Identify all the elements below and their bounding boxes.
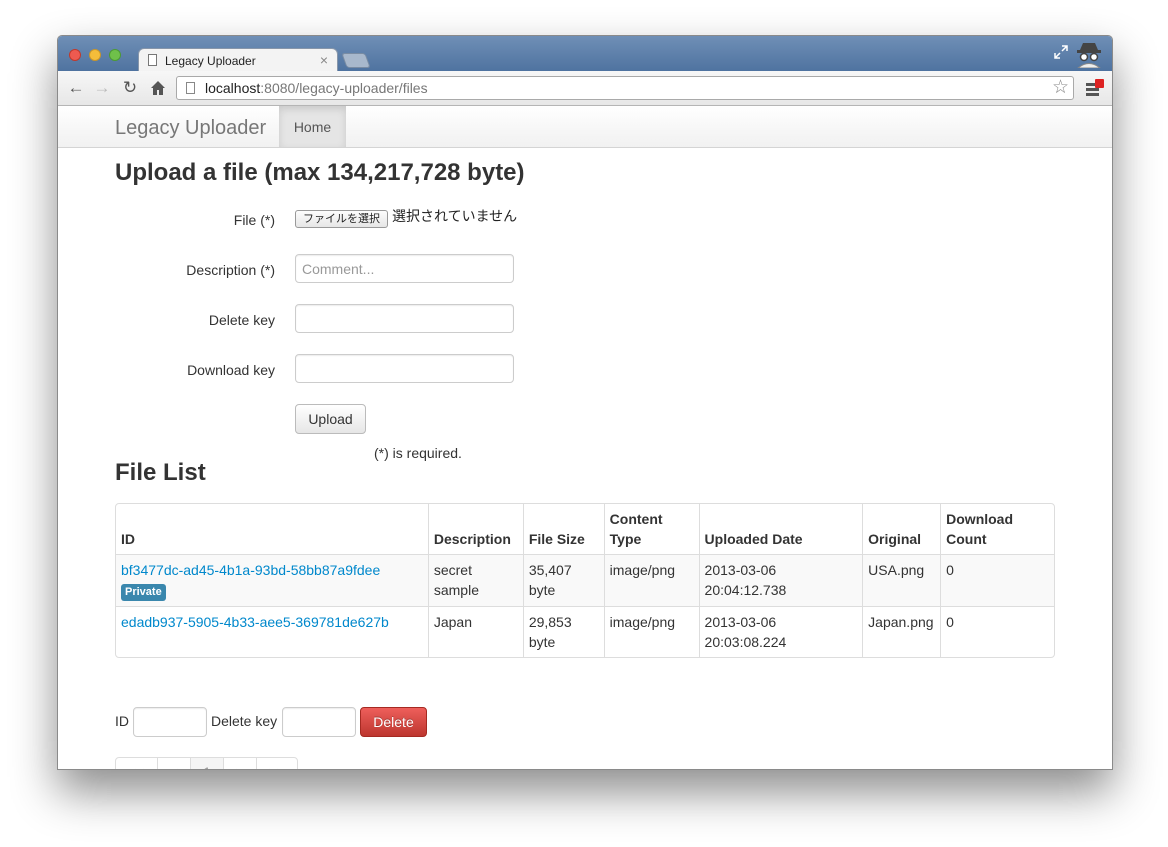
pagination: << < 1 > >> <box>115 757 298 769</box>
home-icon[interactable] <box>148 78 168 98</box>
description-cell: secret sample <box>427 554 523 606</box>
content-type-cell: image/png <box>603 606 699 657</box>
column-header: Content Type <box>603 504 699 554</box>
page-icon <box>148 54 157 66</box>
column-header: File Size <box>522 504 604 554</box>
page-content: Legacy Uploader Home Upload a file (max … <box>58 106 1112 769</box>
pager-first[interactable]: << <box>116 758 157 769</box>
new-tab-button[interactable] <box>341 53 371 68</box>
file-id-link[interactable]: bf3477dc-ad45-4b1a-93bd-58bb87a9fdee <box>121 562 380 578</box>
browser-toolbar: ← → ↻ localhost:8080/legacy-uploader/fil… <box>58 71 1112 106</box>
update-badge <box>1095 79 1104 88</box>
private-badge: Private <box>121 584 166 601</box>
column-header: Original <box>862 504 940 554</box>
url-text: localhost:8080/legacy-uploader/files <box>205 80 428 96</box>
browser-tab[interactable]: Legacy Uploader × <box>138 48 338 72</box>
title-bar: Legacy Uploader × <box>58 36 1112 72</box>
description-label: Description (*) <box>186 262 275 278</box>
back-icon[interactable]: ← <box>66 78 86 98</box>
reload-icon[interactable]: ↻ <box>120 78 140 98</box>
pager-prev[interactable]: < <box>157 758 190 769</box>
delete-key-input[interactable] <box>295 304 514 333</box>
delete-form-key-label: Delete key <box>211 713 278 729</box>
content-type-cell: image/png <box>603 554 699 606</box>
pager-next[interactable]: > <box>223 758 256 769</box>
table-header-row: ID Description File Size Content Type Up… <box>116 504 1054 554</box>
uploaded-date-cell: 2013-03-06 20:04:12.738 <box>698 554 863 606</box>
delete-form-key-input[interactable] <box>282 707 356 737</box>
file-list-title: File List <box>115 459 206 486</box>
id-cell: edadb937-5905-4b33-aee5-369781de627b <box>116 606 428 657</box>
description-input[interactable] <box>295 254 514 283</box>
brand-link[interactable]: Legacy Uploader <box>115 117 266 140</box>
id-cell: bf3477dc-ad45-4b1a-93bd-58bb87a9fdee Pri… <box>116 554 428 606</box>
browser-menu-icon[interactable] <box>1086 79 1104 97</box>
uploaded-date-cell: 2013-03-06 20:03:08.224 <box>698 606 863 657</box>
nav-home[interactable]: Home <box>279 106 346 147</box>
tab-close-icon[interactable]: × <box>320 52 328 68</box>
delete-key-label: Delete key <box>208 312 275 328</box>
tab-title: Legacy Uploader <box>165 54 256 68</box>
file-id-link[interactable]: edadb937-5905-4b33-aee5-369781de627b <box>121 614 389 630</box>
delete-button[interactable]: Delete <box>360 707 427 737</box>
column-header: Description <box>427 504 523 554</box>
column-header: Uploaded Date <box>698 504 863 554</box>
column-header: Download Count <box>940 504 1054 554</box>
table-row: edadb937-5905-4b33-aee5-369781de627b Jap… <box>116 606 1054 657</box>
upload-button[interactable]: Upload <box>295 404 366 434</box>
browser-window: Legacy Uploader × ← → ↻ localhost:8080/l… <box>57 35 1113 770</box>
address-bar[interactable]: localhost:8080/legacy-uploader/files ☆ <box>176 76 1074 100</box>
zoom-window-button[interactable] <box>109 49 121 61</box>
download-key-label: Download key <box>187 362 275 378</box>
original-cell: Japan.png <box>862 606 941 657</box>
minimize-window-button[interactable] <box>89 49 101 61</box>
file-table: ID Description File Size Content Type Up… <box>115 503 1055 658</box>
download-count-cell: 0 <box>940 606 1054 657</box>
incognito-icon <box>1074 40 1104 69</box>
upload-title: Upload a file (max 134,217,728 byte) <box>115 159 525 186</box>
bookmark-star-icon[interactable]: ☆ <box>1052 77 1069 99</box>
download-count-cell: 0 <box>940 554 1054 606</box>
table-row: bf3477dc-ad45-4b1a-93bd-58bb87a9fdee Pri… <box>116 554 1054 606</box>
close-window-button[interactable] <box>69 49 81 61</box>
pager-last[interactable]: >> <box>256 758 297 769</box>
original-cell: USA.png <box>862 554 941 606</box>
pager-current[interactable]: 1 <box>190 758 223 769</box>
file-label: File (*) <box>233 212 275 228</box>
required-note: (*) is required. <box>374 445 462 461</box>
download-key-input[interactable] <box>295 354 514 383</box>
delete-id-input[interactable] <box>133 707 207 737</box>
choose-file-button[interactable]: ファイルを選択 <box>295 210 388 228</box>
fullscreen-icon[interactable] <box>1054 45 1068 59</box>
site-navbar: Legacy Uploader Home <box>58 106 1112 148</box>
file-status: 選択されていません <box>392 208 518 224</box>
page-icon <box>186 82 195 94</box>
column-header: ID <box>121 531 135 547</box>
description-cell: Japan <box>427 606 523 657</box>
forward-icon[interactable]: → <box>92 78 112 98</box>
file-size-cell: 29,853 byte <box>522 606 604 657</box>
delete-id-label: ID <box>115 713 129 729</box>
file-size-cell: 35,407 byte <box>522 554 604 606</box>
